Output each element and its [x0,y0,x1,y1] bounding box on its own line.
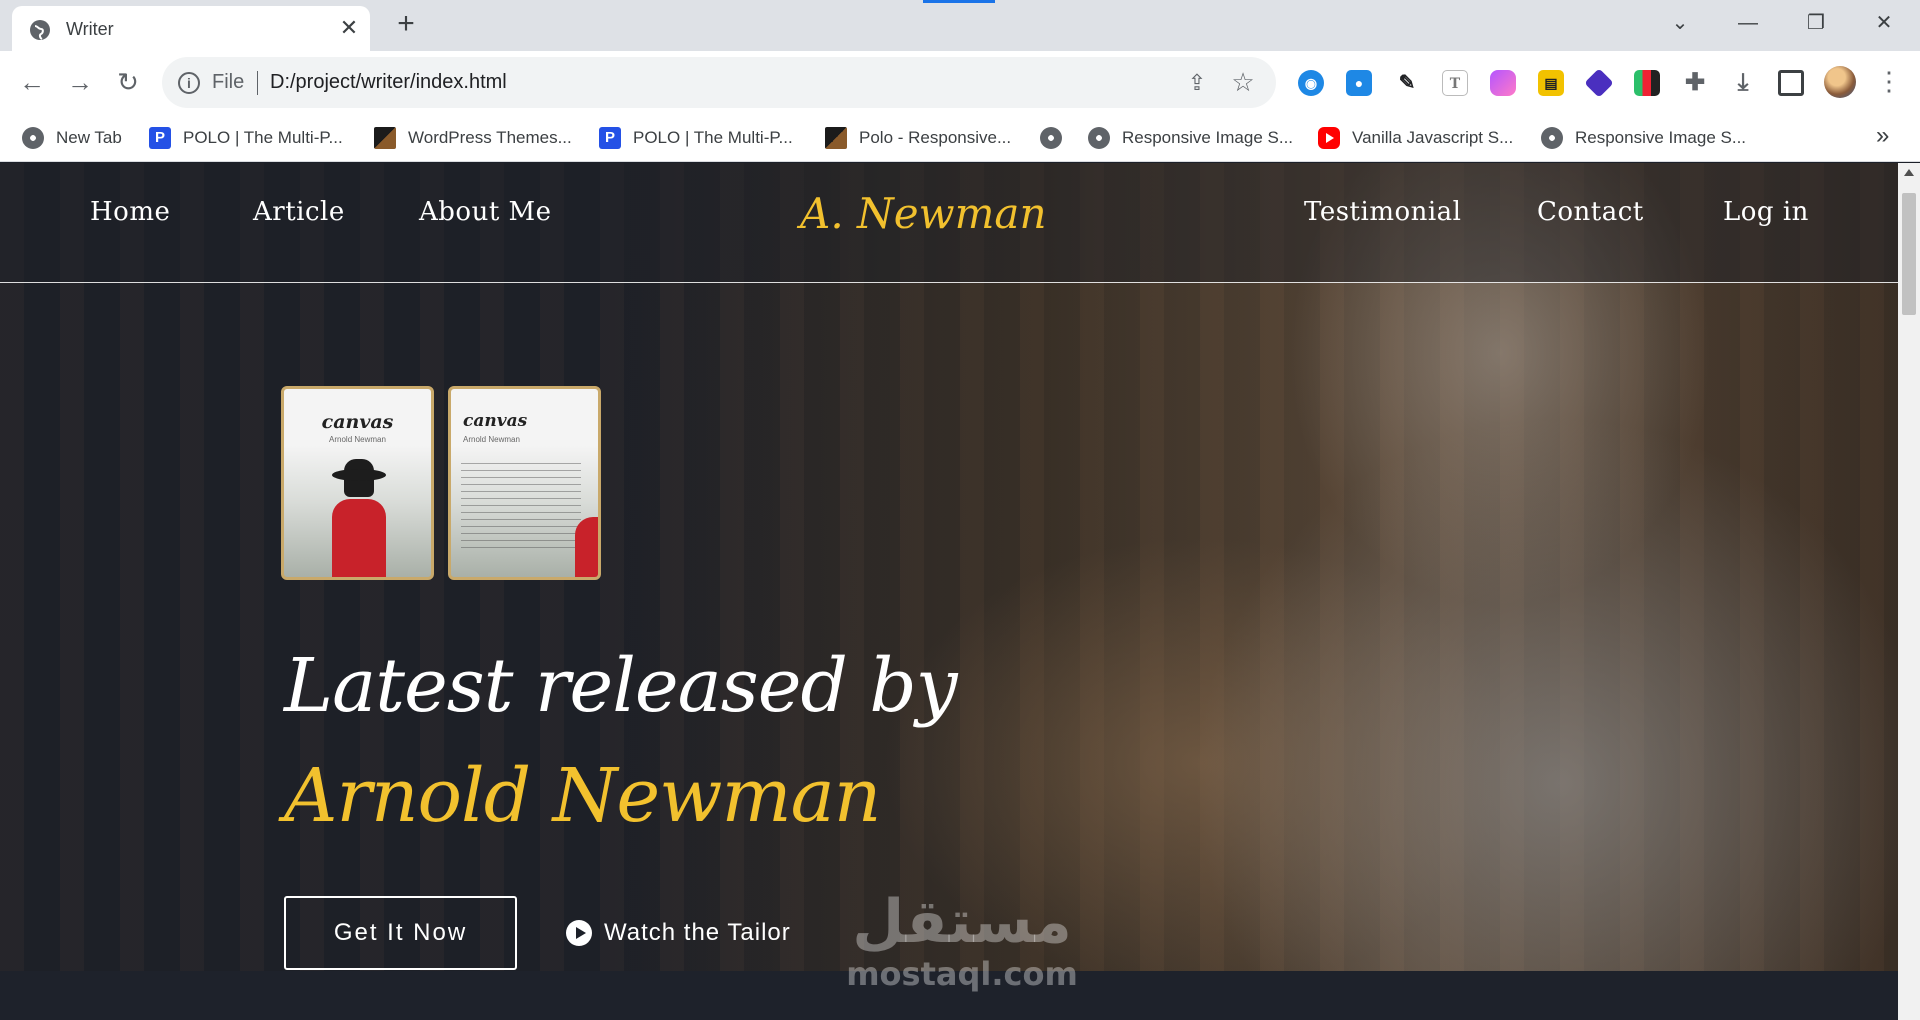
wordpress-icon [825,127,847,149]
globe-icon [22,127,44,149]
address-url[interactable]: D:/project/writer/index.html [270,71,507,94]
nav-link-login[interactable]: Log in [1723,197,1809,227]
address-scheme: File [212,71,245,93]
address-bar[interactable]: i File D:/project/writer/index.html ⇪ ☆ [162,57,1276,108]
book-cover[interactable]: canvas Arnold Newman [281,386,434,580]
cover-figure-hat [332,469,386,481]
bookmark-label: New Tab [56,128,122,147]
bookmark-item[interactable]: Polo - Responsive... [825,126,1011,150]
wordpress-icon [374,127,396,149]
download-icon[interactable]: ⤓ [1730,70,1756,96]
more-bookmarks-icon[interactable]: » [1876,122,1889,150]
close-tab-icon[interactable]: ✕ [336,15,362,41]
browser-toolbar: ← → ↻ i File D:/project/writer/index.htm… [0,51,1920,114]
bookmark-item[interactable]: P POLO | The Multi-P... [599,126,793,150]
extension-icon-6[interactable]: ▤ [1538,70,1564,96]
browser-tab[interactable]: Writer ✕ [12,6,370,51]
bookmark-label: Responsive Image S... [1122,128,1294,147]
cover-figure-body [332,499,386,577]
polo-icon: P [599,127,621,149]
new-tab-button[interactable]: + [390,9,422,41]
share-icon[interactable]: ⇪ [1184,70,1210,96]
layers-extension-icon[interactable] [1584,68,1614,98]
bookmark-item[interactable]: New Tab [22,126,122,150]
close-window-button[interactable]: ✕ [1864,8,1904,38]
page-viewport: Home Article About Me A. Newman Testimon… [0,163,1898,1020]
watch-trailer-button[interactable]: Watch the Tailor [566,915,791,951]
forward-button[interactable]: → [62,65,98,101]
back-button[interactable]: ← [14,65,50,101]
cover-text-lines [461,463,581,553]
bookmark-label: Polo - Responsive... [859,128,1012,147]
watermark: مستقل mostaql.com [842,887,1082,991]
cover-author: Arnold Newman [329,435,386,444]
globe-icon [1040,127,1062,149]
tab-title: Writer [66,19,114,39]
polo-icon: P [149,127,171,149]
nav-link-home[interactable]: Home [90,197,170,227]
book-cover[interactable]: canvas Arnold Newman [448,386,601,580]
bookmark-item[interactable]: Vanilla Javascript S... [1318,126,1513,150]
puzzle-extensions-icon[interactable]: ✚ [1682,70,1708,96]
site-logo[interactable]: A. Newman [800,189,1047,238]
scroll-up-icon[interactable] [1904,169,1914,176]
globe-icon [1541,127,1563,149]
youtube-icon [1318,127,1340,149]
bookmark-item[interactable]: WordPress Themes... [374,126,572,150]
cover-title: canvas [463,411,528,431]
bookmark-star-icon[interactable]: ☆ [1230,68,1256,96]
color-picker-icon[interactable]: ✎ [1394,70,1420,96]
extension-icon-5[interactable] [1490,70,1516,96]
bookmark-item[interactable] [1040,126,1074,150]
bookmark-label: Vanilla Javascript S... [1352,128,1514,147]
font-extension-icon[interactable]: T [1442,70,1468,96]
watermark-arabic: مستقل [852,887,1072,957]
bookmark-item[interactable]: P POLO | The Multi-P... [149,126,343,150]
side-panel-icon[interactable] [1778,70,1804,96]
nav-link-testimonial[interactable]: Testimonial [1304,197,1462,227]
extension-drop-icon[interactable]: ● [1346,70,1372,96]
address-divider [257,71,258,95]
cover-title: canvas [321,411,394,433]
extension-icon-8[interactable] [1634,70,1660,96]
bookmark-label: WordPress Themes... [408,128,572,147]
cover-figure-body [575,517,598,577]
page-scrollbar[interactable] [1898,163,1920,1020]
site-nav: Home Article About Me A. Newman Testimon… [0,163,1898,283]
info-icon[interactable]: i [178,72,200,94]
tab-search-icon[interactable]: ⌄ [1660,8,1700,38]
reload-button[interactable]: ↻ [110,65,146,101]
nav-link-article[interactable]: Article [253,197,345,227]
get-it-now-button[interactable]: Get It Now [284,896,517,970]
minimize-button[interactable]: — [1728,8,1768,38]
menu-kebab-icon[interactable]: ⋮ [1876,67,1902,97]
bookmark-item[interactable]: Responsive Image S... [1088,126,1293,150]
hero-headline: Latest released by [284,643,958,729]
globe-icon [1088,127,1110,149]
extension-icon-1[interactable]: ◉ [1298,70,1324,96]
profile-avatar[interactable] [1824,66,1856,98]
bookmark-label: POLO | The Multi-P... [183,128,343,147]
scroll-thumb[interactable] [1902,193,1916,315]
watermark-latin: mostaql.com [846,955,1078,993]
hero-author-name: Arnold Newman [284,753,881,839]
bookmarks-bar: New Tab P POLO | The Multi-P... WordPres… [0,114,1920,162]
bookmark-label: Responsive Image S... [1575,128,1747,147]
play-icon [566,920,592,946]
bookmark-label: POLO | The Multi-P... [633,128,793,147]
nav-link-contact[interactable]: Contact [1537,197,1644,227]
bookmark-item[interactable]: Responsive Image S... [1541,126,1746,150]
restore-button[interactable]: ❐ [1796,8,1836,38]
cover-author: Arnold Newman [463,435,520,444]
tab-strip-indicator [923,0,995,3]
nav-link-about[interactable]: About Me [419,197,552,227]
watch-trailer-label: Watch the Tailor [604,919,791,946]
globe-icon [30,20,50,40]
tab-strip: Writer ✕ + ⌄ — ❐ ✕ [0,0,1920,51]
